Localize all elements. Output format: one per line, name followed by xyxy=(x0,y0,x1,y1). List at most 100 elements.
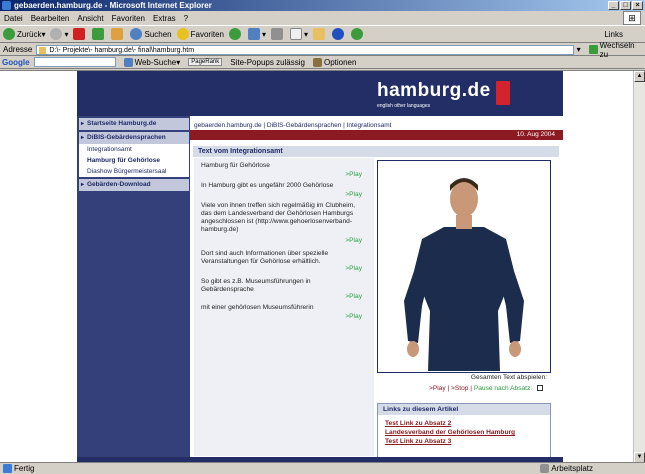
related-link-2[interactable]: Landesverband der Gehörlosen Hamburg xyxy=(378,428,550,437)
search-icon xyxy=(130,28,143,40)
paragraph-6: mit einer gehörlosen Museumsführerin xyxy=(201,304,314,311)
address-bar: Adresse D:\- Projekte\- hamburg.de\- fin… xyxy=(0,41,645,59)
nav-sub-hamburg-gehoerlose[interactable]: Hamburg für Gehörlose xyxy=(79,155,189,166)
pause-checkbox[interactable] xyxy=(537,385,543,392)
breadcrumb[interactable]: gebaerden.hamburg.de | DiBIS-Gebärdenspr… xyxy=(194,122,391,129)
address-dropdown-icon[interactable]: ▾ xyxy=(577,45,581,54)
forward-button[interactable]: ▾ xyxy=(50,28,68,40)
page-icon xyxy=(3,464,12,473)
google-toolbar: Google Web-Suche ▾ PageRank Site-Popups … xyxy=(0,56,645,69)
menu-bar: Datei Bearbeiten Ansicht Favoriten Extra… xyxy=(0,12,645,24)
site-header: hamburg.de english other languages xyxy=(77,71,563,116)
site-logo[interactable]: hamburg.de xyxy=(377,80,491,102)
play-link-6[interactable]: >Play xyxy=(345,313,362,320)
paragraph-3: Viele von ihnen treffen sich regelmäßig … xyxy=(201,202,356,233)
status-bar: Fertig Arbeitsplatz xyxy=(0,462,645,474)
popup-blocker-button[interactable]: Site-Popups zulässig xyxy=(230,58,305,67)
side-navigation: Startseite Hamburg.de DiBIS-Gebärdenspra… xyxy=(77,116,190,463)
browser-window: gebaerden.hamburg.de - Microsoft Interne… xyxy=(0,0,645,474)
menu-bearbeiten[interactable]: Bearbeiten xyxy=(31,14,70,23)
menu-help[interactable]: ? xyxy=(184,14,188,23)
vertical-scrollbar[interactable]: ▲ ▼ xyxy=(633,71,645,463)
language-links[interactable]: english other languages xyxy=(377,103,430,109)
links-label[interactable]: Links xyxy=(604,30,623,39)
text-column: Hamburg für Gehörlose >Play In Hamburg g… xyxy=(194,158,374,456)
menu-datei[interactable]: Datei xyxy=(4,14,23,23)
nav-sub-diashow[interactable]: Diashow Bürgermeistersaal xyxy=(79,166,189,177)
google-logo[interactable]: Google xyxy=(2,58,30,67)
options-icon xyxy=(312,57,322,67)
play-link-5[interactable]: >Play xyxy=(345,293,362,300)
menu-extras[interactable]: Extras xyxy=(153,14,176,23)
back-button[interactable]: Zurück ▾ xyxy=(3,28,45,40)
paragraph-4: Dort sind auch Informationen über spezie… xyxy=(201,250,329,265)
play-link-3[interactable]: >Play xyxy=(345,237,362,244)
web-search-icon xyxy=(123,57,133,67)
ie-icon xyxy=(2,1,11,10)
print-button[interactable] xyxy=(271,28,285,40)
menu-favoriten[interactable]: Favoriten xyxy=(112,14,145,23)
scroll-up-button[interactable]: ▲ xyxy=(634,71,645,82)
windows-logo-icon: ⊞ xyxy=(623,11,641,25)
refresh-icon xyxy=(92,28,105,40)
edit-icon xyxy=(290,28,302,40)
stop-button[interactable] xyxy=(73,28,87,40)
page-viewport: hamburg.de english other languages Start… xyxy=(0,70,645,463)
mail-button[interactable]: ▾ xyxy=(247,28,266,40)
minimize-button[interactable]: _ xyxy=(608,1,619,10)
related-links-title: Links zu diesem Artikel xyxy=(378,404,550,415)
date-bar: 10. Aug 2004 xyxy=(190,130,563,140)
address-input[interactable]: D:\- Projekte\- hamburg.de\- final\hambu… xyxy=(36,44,574,55)
hamburg-site: hamburg.de english other languages Start… xyxy=(77,71,563,463)
paragraph-2: In Hamburg gibt es ungefähr 2000 Gehörlo… xyxy=(201,182,334,189)
paragraph-5: So gibt es z.B. Museumsführungen in Gebä… xyxy=(201,278,311,293)
stop-link[interactable]: >Stop xyxy=(451,385,468,392)
star-icon xyxy=(176,28,189,40)
maximize-button[interactable]: □ xyxy=(620,1,631,10)
main-content: gebaerden.hamburg.de | DiBIS-Gebärdenspr… xyxy=(190,116,563,463)
nav-home[interactable]: Startseite Hamburg.de xyxy=(79,118,189,130)
google-search-input[interactable] xyxy=(33,57,116,67)
options-button[interactable]: Optionen xyxy=(312,57,356,67)
play-link-1[interactable]: >Play xyxy=(345,171,362,178)
play-link-2[interactable]: >Play xyxy=(345,191,362,198)
close-button[interactable]: × xyxy=(632,1,643,10)
nav-download[interactable]: Gebärden-Download xyxy=(79,179,189,191)
play-all-link[interactable]: >Play xyxy=(429,385,446,392)
title-bar: gebaerden.hamburg.de - Microsoft Interne… xyxy=(0,0,645,11)
history-button[interactable] xyxy=(228,28,243,40)
playback-controls: Gesamten Text abspielen: >Play | >Stop |… xyxy=(377,374,551,392)
folder-icon xyxy=(313,28,326,40)
web-search-button[interactable]: Web-Suche ▾ xyxy=(123,57,180,67)
related-link-3[interactable]: Test Link zu Absatz 3 xyxy=(378,437,550,446)
home-icon xyxy=(111,28,124,40)
address-label: Adresse xyxy=(3,45,33,54)
related-link-1[interactable]: Test Link zu Absatz 2 xyxy=(378,419,550,428)
mail-icon xyxy=(247,28,260,40)
refresh-button[interactable] xyxy=(92,28,106,40)
pagerank-indicator: PageRank xyxy=(188,58,223,66)
hamburg-crest-icon xyxy=(496,81,510,105)
search-button[interactable]: Suchen xyxy=(130,28,172,40)
edit-button[interactable]: ▾ xyxy=(290,28,308,40)
nav-dibis[interactable]: DiBIS-Gebärdensprachen xyxy=(79,132,189,144)
go-arrow-icon xyxy=(588,45,598,54)
print-icon xyxy=(271,28,283,40)
nav-sub-integrationsamt[interactable]: Integrationsamt xyxy=(79,144,189,155)
messenger-icon xyxy=(351,28,364,40)
bluetooth-button[interactable] xyxy=(332,28,346,40)
back-arrow-icon xyxy=(3,28,15,40)
messenger-button[interactable] xyxy=(351,28,365,40)
menu-ansicht[interactable]: Ansicht xyxy=(77,14,103,23)
pause-label: Pause nach Absatz: xyxy=(473,385,533,392)
section-title: Text vom Integrationsamt xyxy=(193,146,559,157)
favorites-button[interactable]: Favoriten xyxy=(176,28,224,40)
sign-language-avatar-frame xyxy=(377,160,551,373)
avatar-figure xyxy=(378,161,550,372)
home-button[interactable] xyxy=(111,28,125,40)
toolbar: Zurück ▾ ▾ Suchen Favoriten ▾ ▾ Links xyxy=(0,25,645,43)
play-link-4[interactable]: >Play xyxy=(345,265,362,272)
bluetooth-icon xyxy=(332,28,345,40)
folder-button[interactable] xyxy=(313,28,327,40)
stop-icon xyxy=(73,28,86,40)
